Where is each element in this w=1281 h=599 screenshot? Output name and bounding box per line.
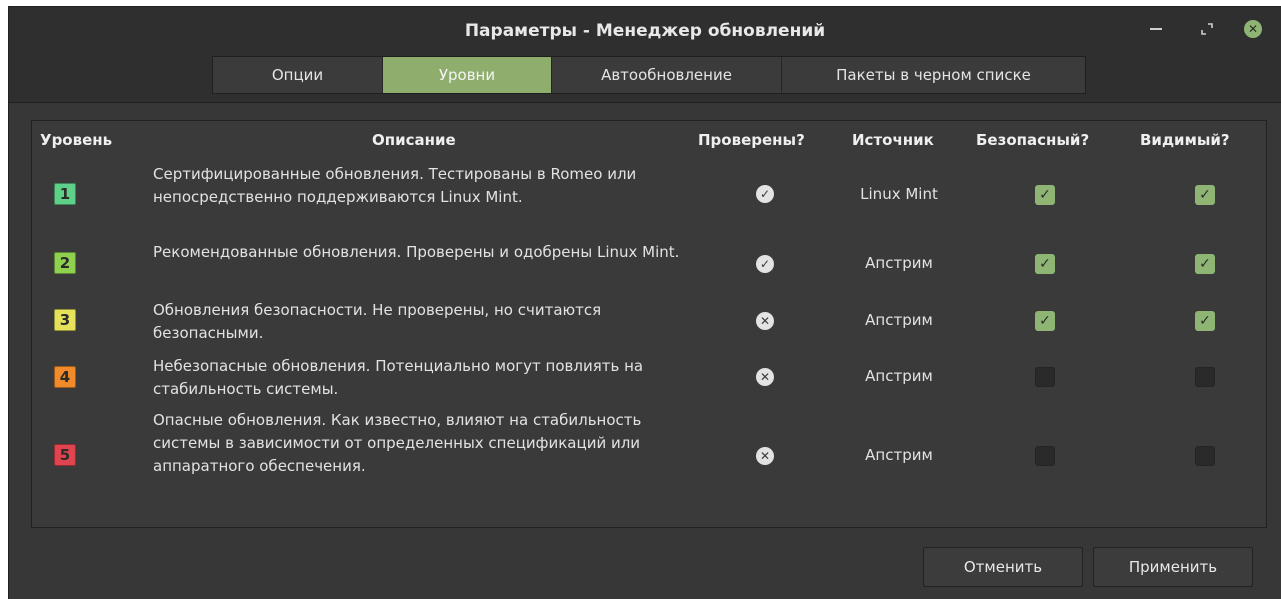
level-badge: 3 <box>54 309 76 331</box>
tab-options[interactable]: Опции <box>213 57 383 93</box>
header-source[interactable]: Источник <box>852 131 934 149</box>
levels-table: Уровень Описание Проверены? Источник Без… <box>31 120 1267 528</box>
safe-checkbox[interactable] <box>1035 367 1055 387</box>
level-description: Небезопасные обновления. Потенциально мо… <box>153 357 644 398</box>
maximize-icon[interactable] <box>1195 17 1219 41</box>
visible-checkbox[interactable]: ✓ <box>1195 311 1215 331</box>
level-badge: 4 <box>54 366 76 388</box>
level-badge: 1 <box>54 183 76 205</box>
check-circle-icon: ✓ <box>756 185 774 203</box>
cross-circle-icon: ✕ <box>756 447 774 465</box>
visible-checkbox[interactable] <box>1195 446 1215 466</box>
level-source: Апстрим <box>865 254 933 272</box>
level-source: Апстрим <box>865 367 933 385</box>
tab-blacklist[interactable]: Пакеты в черном списке <box>782 57 1085 93</box>
check-circle-icon: ✓ <box>756 255 774 273</box>
level-source: Апстрим <box>865 311 933 329</box>
table-row[interactable]: 5 Опасные обновления. Как известно, влия… <box>32 409 1266 505</box>
cross-circle-icon: ✕ <box>756 312 774 330</box>
tab-levels[interactable]: Уровни <box>383 57 552 93</box>
header-safe[interactable]: Безопасный? <box>976 131 1089 149</box>
header-checked[interactable]: Проверены? <box>698 131 805 149</box>
table-row[interactable]: 2 Рекомендованные обновления. Проверены … <box>32 241 1266 289</box>
apply-button[interactable]: Применить <box>1093 547 1253 587</box>
header-level[interactable]: Уровень <box>40 131 112 149</box>
table-row[interactable]: 3 Обновления безопасности. Не проверены,… <box>32 299 1266 347</box>
safe-checkbox[interactable]: ✓ <box>1035 254 1055 274</box>
minimize-icon[interactable] <box>1144 17 1168 41</box>
cross-circle-icon: ✕ <box>756 368 774 386</box>
visible-checkbox[interactable]: ✓ <box>1195 254 1215 274</box>
close-icon[interactable]: ✕ <box>1241 17 1265 41</box>
header-visible[interactable]: Видимый? <box>1140 131 1230 149</box>
level-badge: 5 <box>54 444 76 466</box>
level-description: Рекомендованные обновления. Проверены и … <box>153 243 680 261</box>
tab-bar: Опции Уровни Автообновление Пакеты в чер… <box>212 56 1086 94</box>
safe-checkbox[interactable] <box>1035 446 1055 466</box>
preferences-window: Параметры - Менеджер обновлений ✕ Опции … <box>8 6 1281 599</box>
level-source: Linux Mint <box>860 185 938 203</box>
level-description: Обновления безопасности. Не проверены, н… <box>153 301 602 342</box>
window-title: Параметры - Менеджер обновлений <box>464 21 826 41</box>
safe-checkbox[interactable]: ✓ <box>1035 185 1055 205</box>
header-description[interactable]: Описание <box>372 131 456 149</box>
level-description: Сертифицированные обновления. Тестирован… <box>153 165 637 206</box>
tab-auto-update[interactable]: Автообновление <box>552 57 782 93</box>
titlebar: Параметры - Менеджер обновлений ✕ Опции … <box>9 7 1281 103</box>
level-source: Апстрим <box>865 446 933 464</box>
safe-checkbox[interactable]: ✓ <box>1035 311 1055 331</box>
visible-checkbox[interactable] <box>1195 367 1215 387</box>
table-row[interactable]: 4 Небезопасные обновления. Потенциально … <box>32 355 1266 403</box>
level-description: Опасные обновления. Как известно, влияют… <box>153 411 642 475</box>
visible-checkbox[interactable]: ✓ <box>1195 185 1215 205</box>
cancel-button[interactable]: Отменить <box>923 547 1083 587</box>
level-badge: 2 <box>54 252 76 274</box>
table-row[interactable]: 1 Сертифицированные обновления. Тестиров… <box>32 163 1266 229</box>
